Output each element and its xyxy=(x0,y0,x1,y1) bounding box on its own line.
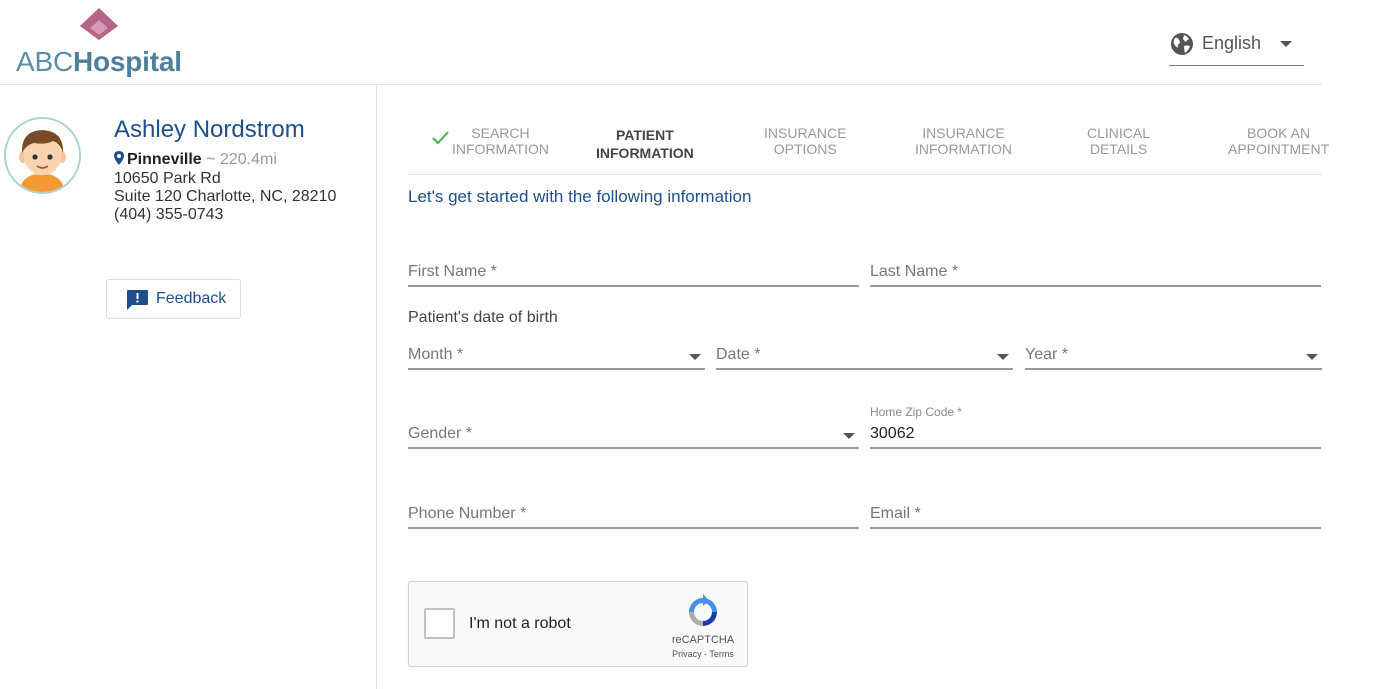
checkmark-icon xyxy=(432,131,449,145)
step-label-line2: INFORMATION xyxy=(452,141,549,157)
feedback-label: Feedback xyxy=(156,290,227,307)
logo-text: ABCHospital xyxy=(16,46,182,77)
logo-diamond-icon xyxy=(80,8,118,40)
step-label-line1: SEARCH xyxy=(471,125,530,141)
first-name-placeholder: First Name * xyxy=(408,263,497,280)
doctor-distance: ~ 220.4mi xyxy=(206,151,277,168)
gender-select[interactable]: Gender * xyxy=(408,425,859,449)
email-field[interactable]: Email * xyxy=(870,505,1321,529)
chevron-down-icon xyxy=(689,354,701,360)
year-select[interactable]: Year * xyxy=(1025,346,1322,370)
step-label-line1: INSURANCE xyxy=(922,125,1005,141)
date-select[interactable]: Date * xyxy=(716,346,1013,370)
feedback-button[interactable]: Feedback xyxy=(106,279,241,319)
step-label-line1: CLINICAL xyxy=(1087,125,1151,141)
recaptcha-widget: I'm not a robot reCAPTCHA Privacy - Term… xyxy=(408,581,748,667)
app-header: ABCHospital English xyxy=(0,0,1322,85)
doctor-phone[interactable]: (404) 355-0743 xyxy=(114,206,223,224)
feedback-icon xyxy=(127,290,148,310)
hospital-logo[interactable]: ABCHospital xyxy=(16,6,186,78)
month-placeholder: Month * xyxy=(408,346,464,363)
recaptcha-logo-icon xyxy=(689,594,717,626)
first-name-field[interactable]: First Name * xyxy=(408,263,859,287)
recaptcha-checkbox[interactable] xyxy=(424,608,455,639)
language-label: English xyxy=(1202,33,1262,53)
step-insurance-information[interactable]: INSURANCE INFORMATION xyxy=(915,125,1012,157)
doctor-avatar-icon xyxy=(6,119,79,192)
recaptcha-brand: reCAPTCHA xyxy=(671,634,735,646)
phone-number-placeholder: Phone Number * xyxy=(408,505,527,522)
step-label-line1: BOOK AN xyxy=(1247,125,1311,141)
year-placeholder: Year * xyxy=(1025,346,1068,363)
step-book-appointment[interactable]: BOOK AN APPOINTMENT xyxy=(1228,125,1329,157)
avatar xyxy=(4,117,81,194)
step-label-line2: INFORMATION xyxy=(596,145,694,161)
step-label-line2: APPOINTMENT xyxy=(1228,141,1330,157)
chevron-down-icon xyxy=(1280,41,1292,47)
date-placeholder: Date * xyxy=(716,346,761,363)
recaptcha-terms-link[interactable]: Privacy - Terms xyxy=(659,649,747,659)
step-label-line2: OPTIONS xyxy=(773,141,837,157)
step-patient-information[interactable]: PATIENT INFORMATION xyxy=(596,126,694,162)
last-name-placeholder: Last Name * xyxy=(870,263,959,280)
doctor-name[interactable]: Ashley Nordstrom xyxy=(114,116,305,144)
last-name-field[interactable]: Last Name * xyxy=(870,263,1321,287)
doctor-sidebar: Ashley Nordstrom Pinneville ~ 220.4mi 10… xyxy=(0,85,377,689)
zip-code-field[interactable]: 30062 xyxy=(870,425,1321,449)
step-label-line2: DETAILS xyxy=(1089,141,1148,157)
globe-icon xyxy=(1171,33,1193,55)
step-clinical-details[interactable]: CLINICAL DETAILS xyxy=(1087,125,1150,157)
recaptcha-label: I'm not a robot xyxy=(469,615,571,632)
chevron-down-icon xyxy=(843,433,855,439)
step-search-information[interactable]: SEARCH INFORMATION xyxy=(432,125,549,157)
form-intro-text: Let's get started with the following inf… xyxy=(408,187,752,206)
gender-placeholder: Gender * xyxy=(408,425,473,442)
location-pin-icon xyxy=(114,151,124,165)
step-label-line2: INFORMATION xyxy=(915,141,1012,157)
step-label-line1: INSURANCE xyxy=(764,125,847,141)
month-select[interactable]: Month * xyxy=(408,346,705,370)
dob-label: Patient's date of birth xyxy=(408,309,558,326)
doctor-address-line2: Suite 120 Charlotte, NC, 28210 xyxy=(114,188,337,205)
doctor-address-line1: 10650 Park Rd xyxy=(114,170,221,187)
zip-code-value: 30062 xyxy=(870,425,915,442)
email-placeholder: Email * xyxy=(870,505,921,522)
chevron-down-icon xyxy=(1306,354,1318,360)
step-insurance-options[interactable]: INSURANCE OPTIONS xyxy=(764,125,846,157)
language-select[interactable]: English xyxy=(1169,26,1304,66)
doctor-city: Pinneville xyxy=(127,151,202,168)
phone-number-field[interactable]: Phone Number * xyxy=(408,505,859,529)
chevron-down-icon xyxy=(997,354,1009,360)
zip-code-label: Home Zip Code * xyxy=(870,405,963,419)
doctor-location: Pinneville ~ 220.4mi xyxy=(114,151,277,169)
step-label-line1: PATIENT xyxy=(615,127,674,143)
progress-stepper: SEARCH INFORMATION PATIENT INFORMATION I… xyxy=(408,110,1329,175)
